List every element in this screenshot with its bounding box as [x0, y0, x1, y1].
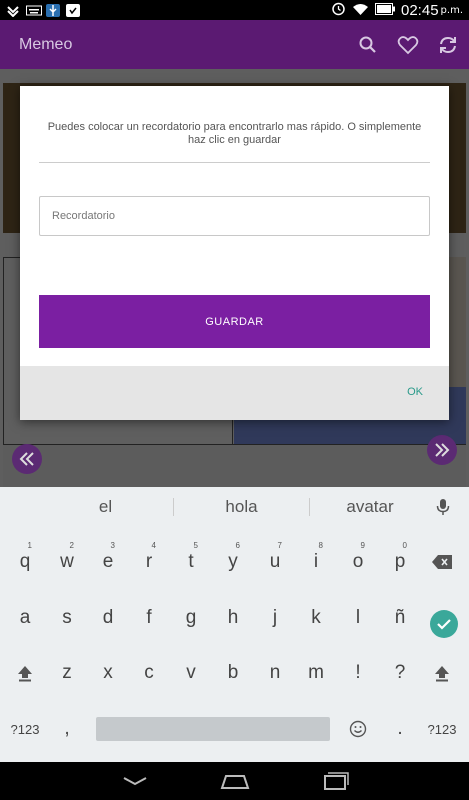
key-hint: 1: [27, 541, 32, 550]
key[interactable]: k: [296, 595, 336, 641]
status-bar: 02:45 p.m.: [0, 0, 469, 20]
key[interactable]: q1: [5, 539, 45, 585]
refresh-icon[interactable]: [437, 34, 459, 56]
emoji-icon[interactable]: [338, 706, 378, 752]
comma-key[interactable]: ,: [47, 706, 87, 752]
key-hint: 0: [402, 541, 407, 550]
key-label: p: [394, 551, 406, 572]
key-label: i: [313, 551, 319, 572]
key-hint: 9: [360, 541, 365, 550]
wifi-icon: [352, 2, 369, 19]
key-label: u: [269, 551, 281, 572]
key-hint: 7: [277, 541, 282, 550]
reminder-dialog: Puedes colocar un recordatorio para enco…: [20, 86, 449, 420]
key[interactable]: ñ: [380, 595, 420, 641]
key[interactable]: t5: [171, 539, 211, 585]
key[interactable]: a: [5, 595, 45, 641]
key[interactable]: z: [47, 650, 87, 696]
key[interactable]: h: [213, 595, 253, 641]
chevron-double-right-icon[interactable]: [427, 435, 457, 465]
period-key[interactable]: .: [380, 706, 420, 752]
key-label: t: [188, 551, 194, 572]
suggestion-item[interactable]: el: [38, 497, 173, 517]
key[interactable]: n: [255, 650, 295, 696]
back-icon[interactable]: [120, 770, 150, 792]
suggestion-item[interactable]: hola: [174, 497, 309, 517]
key[interactable]: u7: [255, 539, 295, 585]
suggestion-strip: el hola avatar: [0, 487, 469, 527]
recents-icon[interactable]: [320, 770, 350, 792]
reminder-input[interactable]: [39, 196, 430, 236]
key[interactable]: !: [338, 650, 378, 696]
key[interactable]: b: [213, 650, 253, 696]
shift-icon[interactable]: [422, 650, 462, 696]
heart-icon[interactable]: [397, 34, 419, 56]
key[interactable]: g: [171, 595, 211, 641]
key[interactable]: d: [88, 595, 128, 641]
chevron-double-left-icon[interactable]: [12, 444, 42, 474]
key[interactable]: ?: [380, 650, 420, 696]
battery-icon: [375, 2, 395, 18]
key[interactable]: l: [338, 595, 378, 641]
download-icon: [6, 4, 20, 17]
key[interactable]: f: [129, 595, 169, 641]
key-hint: 6: [235, 541, 240, 550]
search-icon[interactable]: [357, 34, 379, 56]
app-title: Memeo: [19, 35, 73, 53]
key[interactable]: r4: [129, 539, 169, 585]
ok-button[interactable]: OK: [407, 386, 423, 398]
key-label: y: [228, 551, 238, 572]
suggestion-item[interactable]: avatar: [310, 497, 430, 517]
key[interactable]: s: [47, 595, 87, 641]
key[interactable]: o9: [338, 539, 378, 585]
space-key[interactable]: [96, 717, 330, 741]
key-hint: 4: [151, 541, 156, 550]
key-hint: 3: [110, 541, 115, 550]
key[interactable]: v: [171, 650, 211, 696]
key-label: r: [145, 551, 153, 572]
screen: 02:45 p.m. Memeo Puedes colocar un recor…: [0, 0, 469, 800]
check-icon[interactable]: [430, 610, 458, 638]
notification-icons: [6, 3, 80, 17]
key[interactable]: y6: [213, 539, 253, 585]
usb-icon: [46, 3, 60, 17]
meme-image-bottom: [3, 444, 466, 487]
key-label: w: [60, 551, 74, 572]
key[interactable]: x: [88, 650, 128, 696]
shift-icon[interactable]: [5, 650, 45, 696]
backspace-icon[interactable]: [422, 539, 462, 585]
key[interactable]: w2: [47, 539, 87, 585]
key-label: e: [102, 551, 114, 572]
key-hint: 5: [193, 541, 198, 550]
key[interactable]: c: [129, 650, 169, 696]
clock-time: 02:45: [401, 1, 439, 19]
key[interactable]: e3: [88, 539, 128, 585]
navigation-bar: [0, 762, 469, 800]
key[interactable]: i8: [296, 539, 336, 585]
key[interactable]: j: [255, 595, 295, 641]
key-hint: 2: [69, 541, 74, 550]
symbols-key[interactable]: ?123: [5, 706, 45, 752]
system-icons: 02:45 p.m.: [331, 1, 463, 19]
clock-ampm: p.m.: [440, 4, 463, 16]
soft-keyboard: el hola avatar q1 w2 e3 r4 t5 y6 u7 i8 o…: [0, 487, 469, 762]
mic-icon[interactable]: [435, 498, 451, 516]
dialog-message: Puedes colocar un recordatorio para enco…: [47, 121, 422, 146]
dialog-footer: OK: [20, 366, 449, 420]
home-icon[interactable]: [220, 770, 250, 792]
app-bar-actions: [357, 34, 469, 56]
key-label: q: [19, 551, 31, 572]
key[interactable]: p0: [380, 539, 420, 585]
bag-icon: [66, 3, 80, 17]
keyboard-icon: [26, 4, 42, 17]
key-label: o: [352, 551, 364, 572]
dialog-divider: [39, 162, 430, 163]
symbols-key[interactable]: ?123: [422, 706, 462, 752]
save-button[interactable]: GUARDAR: [39, 295, 430, 348]
key[interactable]: m: [296, 650, 336, 696]
alarm-icon: [331, 1, 346, 19]
key-hint: 8: [318, 541, 323, 550]
app-bar: Memeo: [0, 20, 469, 69]
